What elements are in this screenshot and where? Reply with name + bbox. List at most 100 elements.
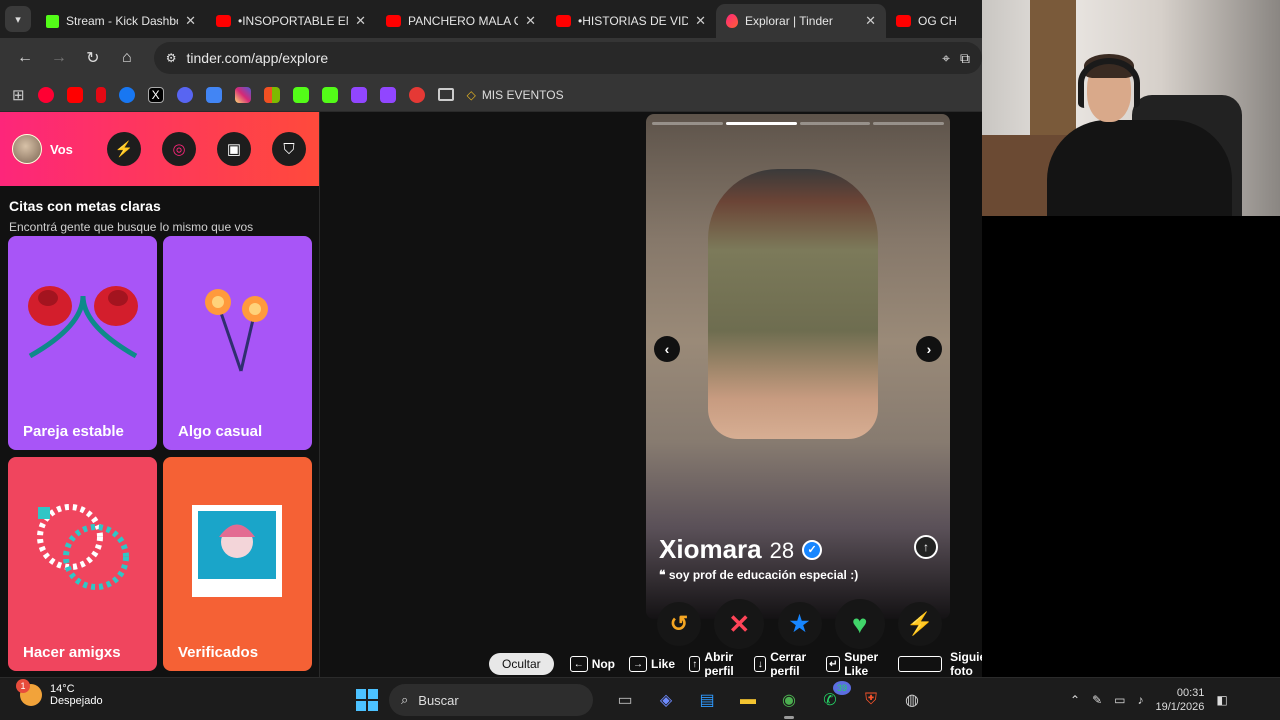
space-key-icon [898, 656, 943, 672]
twitch-icon[interactable] [379, 86, 396, 103]
taskbar-search[interactable]: ⌕ Buscar [389, 684, 593, 716]
discord-icon[interactable] [176, 86, 193, 103]
temperature: 14°C [50, 683, 75, 695]
weather-widget[interactable]: 1 14°C Despejado [16, 679, 103, 707]
clock-date: 19/1/2026 [1155, 701, 1205, 713]
apps-grid-icon[interactable]: ⊞ [12, 86, 25, 104]
bolt-icon[interactable] [408, 86, 425, 103]
facebook-icon[interactable] [118, 86, 135, 103]
briefcase-icon[interactable]: ▣ [217, 132, 251, 166]
close-icon[interactable]: ✕ [865, 13, 876, 29]
rewind-icon[interactable]: ↺ [657, 602, 701, 646]
taskbar-apps: ⌕ Buscar ▭ ◈ ▤ ▬ ◉ ✆ 39 ⛨ ◍ [356, 681, 927, 719]
kick-icon[interactable] [321, 86, 338, 103]
enter-key-icon: ↵ [826, 656, 841, 672]
notifications-icon[interactable]: ◧ [1216, 693, 1227, 707]
tab-youtube-4[interactable]: OG CHILL [886, 4, 966, 38]
bookmarks-bar: ⊞ X ◇ MIS EVENTOS [0, 78, 982, 112]
like-heart-icon[interactable]: ♥ [834, 599, 885, 649]
chrome-icon[interactable]: ◉ [774, 685, 804, 719]
profile-card[interactable]: ‹ › Xiomara 28 ✓ ❝ soy prof de educación… [646, 114, 950, 619]
x-icon[interactable]: X [147, 86, 164, 103]
volume-icon[interactable]: ♪ [1137, 693, 1143, 707]
tab-kick[interactable]: Stream - Kick Dashbo ✕ [36, 4, 206, 38]
boost-icon[interactable]: ⚡ [898, 602, 942, 646]
card-pareja-estable[interactable]: Pareja estable [8, 236, 157, 450]
chevron-down-icon: ▾ [5, 6, 31, 32]
bookmark-mis-eventos[interactable]: ◇ MIS EVENTOS [467, 88, 564, 102]
kick-icon[interactable] [292, 86, 309, 103]
chevron-up-icon[interactable]: ⌃ [1070, 693, 1080, 707]
close-icon[interactable]: ✕ [355, 13, 366, 29]
install-app-icon[interactable]: ⧉ [960, 50, 970, 67]
nope-icon[interactable]: ✕ [714, 599, 765, 649]
brave-icon[interactable]: ⛨ [856, 685, 886, 715]
hide-shortcuts-button[interactable]: Ocultar [489, 653, 554, 675]
shortcut-like: → Like [629, 656, 675, 672]
tab-search-button[interactable]: ▾ [0, 0, 36, 38]
shortcut-label: Abrir perfil [704, 650, 734, 678]
card-algo-casual[interactable]: Algo casual [163, 236, 312, 450]
microsoft-icon[interactable] [263, 86, 280, 103]
taskbar: 1 14°C Despejado ⌕ Buscar ▭ ◈ ▤ ▬ ◉ ✆ 39 … [0, 677, 1280, 720]
windows-start-icon[interactable] [356, 689, 378, 711]
action-buttons: ↺ ✕ ★ ♥ ⚡ [657, 599, 942, 649]
bracelets-icon [37, 504, 129, 590]
tab-youtube-1[interactable]: •INSOPORTABLE EN L ✕ [206, 4, 376, 38]
boost-icon[interactable]: ⚡ [107, 132, 141, 166]
file-explorer-icon[interactable]: ▬ [733, 685, 763, 715]
pen-icon[interactable]: ✎ [1092, 693, 1102, 707]
tab-youtube-2[interactable]: PANCHERO MALA OF ✕ [376, 4, 546, 38]
whatsapp-icon[interactable]: ✆ 39 [815, 681, 851, 715]
copilot-icon[interactable]: ◈ [651, 685, 681, 715]
youtube-icon[interactable] [66, 86, 83, 103]
clock[interactable]: 00:31 19/1/2026 [1155, 686, 1204, 714]
tab-tinder[interactable]: Explorar | Tinder ✕ [716, 4, 886, 38]
close-icon[interactable]: ✕ [525, 13, 536, 29]
folder-icon[interactable] [437, 88, 454, 101]
twitch-icon[interactable] [350, 86, 367, 103]
tab-youtube-3[interactable]: •HISTORIAS DE VIDA ✕ [546, 4, 716, 38]
back-arrow-icon[interactable]: ← [10, 43, 40, 73]
next-photo-icon[interactable]: › [916, 336, 942, 362]
card-hacer-amigxs[interactable]: Hacer amigxs [8, 457, 157, 671]
avatar[interactable] [12, 134, 42, 164]
search-icon: ⌕ [401, 692, 409, 707]
url-text: tinder.com/app/explore [186, 50, 329, 66]
tinder-flame-icon [726, 14, 738, 28]
shortcut-label: Cerrar perfil [770, 650, 807, 678]
user-label[interactable]: Vos [50, 142, 73, 157]
photo-progress [652, 122, 944, 125]
bookmark-icon[interactable] [37, 86, 54, 103]
superlike-star-icon[interactable]: ★ [777, 602, 822, 646]
close-icon[interactable]: ✕ [185, 13, 196, 29]
store-icon[interactable]: ▤ [692, 685, 722, 715]
card-verificados[interactable]: Verificados [163, 457, 312, 671]
youtube-icon [896, 15, 911, 27]
explore-icon[interactable]: ◎ [162, 132, 196, 166]
address-bar[interactable]: ⚙ tinder.com/app/explore ⌖ ⧉ [153, 42, 983, 74]
task-view-icon[interactable]: ▭ [610, 685, 640, 715]
location-icon[interactable]: ⌖ [942, 50, 950, 67]
site-settings-icon[interactable]: ⚙ [166, 51, 177, 65]
instagram-icon[interactable] [234, 86, 251, 103]
forward-arrow-icon[interactable]: → [44, 43, 74, 73]
shield-icon[interactable]: ⛉ [272, 132, 306, 166]
home-icon[interactable]: ⌂ [112, 43, 142, 73]
webcam-person [1047, 120, 1232, 216]
translate-icon[interactable] [205, 86, 222, 103]
obs-icon[interactable]: ◍ [897, 685, 927, 715]
youtube-icon [216, 15, 231, 27]
shortcut-label: Super Like [844, 650, 879, 678]
tab-title: •INSOPORTABLE EN L [238, 14, 348, 28]
close-icon[interactable]: ✕ [695, 13, 706, 29]
shortcut-label: Like [651, 657, 676, 671]
open-profile-icon[interactable]: ↑ [914, 535, 938, 559]
previous-photo-icon[interactable]: ‹ [654, 336, 680, 362]
network-icon[interactable]: ▭ [1114, 693, 1125, 707]
card-label: Algo casual [178, 423, 263, 440]
headset-icon [1078, 58, 1140, 108]
reload-icon[interactable]: ↻ [78, 43, 108, 73]
bio-text: soy prof de educación especial :) [668, 568, 859, 582]
netflix-icon[interactable] [95, 86, 106, 103]
